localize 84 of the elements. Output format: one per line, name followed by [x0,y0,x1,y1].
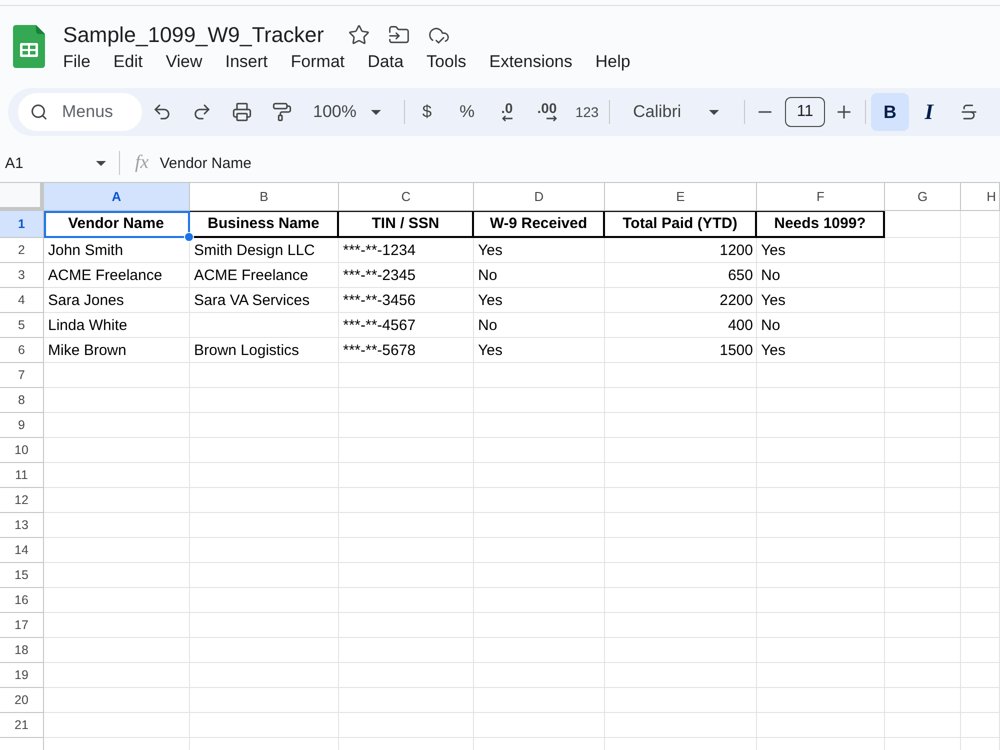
table-cell-text: 1200 [718,241,754,261]
column-header[interactable]: A [44,183,190,211]
header-cell: Business Name [190,211,339,238]
caret-icon [96,160,106,166]
caret-icon [709,110,720,114]
table-cell-text: Yes [477,241,504,261]
table-cell-text: 1500 [718,341,754,361]
column-header[interactable]: G [885,183,961,211]
column-header[interactable]: F [757,183,885,211]
search-icon [30,103,48,121]
italic-button[interactable]: I [924,101,934,123]
table-cell-text: Yes [760,291,786,311]
table-cell-text: ***-**-4567 [342,316,417,336]
table-cell-text: No [477,266,498,286]
number-format-button[interactable]: 123 [575,105,599,119]
table-cell-text: ***-**-3456 [342,291,417,311]
print-icon[interactable] [232,102,252,122]
menu-item[interactable]: Tools [426,52,466,72]
selected-cell[interactable]: Vendor Name [44,211,190,238]
menu-item[interactable]: Insert [225,52,268,72]
menu-item[interactable]: File [63,52,90,72]
increase-decimal-button[interactable]: .00 [537,102,557,122]
table-cell-text: John Smith [47,241,124,261]
currency-button[interactable]: $ [422,102,432,122]
table-cell-text: Smith Design LLC [193,241,316,261]
strikethrough-button[interactable] [959,102,979,122]
table-cell-text: ACME Freelance [47,266,164,286]
menu-item[interactable]: Edit [113,52,143,72]
arrow-right-icon [546,115,557,122]
function-label: fx [135,153,149,173]
header-cell: W-9 Received [474,211,605,238]
menu-item[interactable]: Format [290,52,345,72]
header-cell: Needs 1099? [757,211,885,238]
folder-arrow-icon[interactable] [388,24,410,46]
table-cell-text: ACME Freelance [193,266,310,286]
table-cell-text: No [760,266,782,286]
header-cell: Total Paid (YTD) [605,211,757,238]
percent-button[interactable]: % [459,102,475,122]
caret-icon [371,110,382,114]
formula-field[interactable]: Vendor Name [160,154,252,172]
column-header[interactable]: E [605,183,757,211]
spreadsheet-logo[interactable] [13,25,45,68]
table-cell-text: Brown Logistics [193,341,300,361]
column-header[interactable]: C [339,183,474,211]
menu-search-field[interactable]: Menus [18,93,142,131]
table-cell-text: Sara Jones [47,291,125,311]
table-cell-text: Yes [477,341,504,361]
row-header[interactable]: 1 [0,211,44,238]
table-cell-text: 2200 [718,291,754,311]
bold-button[interactable]: B [871,93,909,131]
table-cell-text: ***-**-1234 [342,241,417,261]
table-cell-text: Sara VA Services [193,291,311,311]
paint-roller-icon[interactable] [272,102,292,122]
strikethrough-icon [959,102,979,122]
menu-item[interactable]: Extensions [489,52,572,72]
font-dropdown[interactable]: Calibri [633,102,720,122]
table-cell-text: 400 [726,316,754,336]
menu-item[interactable]: View [166,52,202,72]
table-cell-text: Linda White [47,316,128,336]
table-cell-text: Yes [760,241,786,261]
header-cell: TIN / SSN [339,211,474,238]
name-box[interactable]: A1 [0,154,106,172]
redo-icon[interactable] [192,102,212,122]
table-cell-text: Mike Brown [47,341,128,361]
table-cell-text: Yes [760,341,786,361]
fill-handle[interactable] [184,232,194,242]
decrease-decimal-button[interactable]: .0 [501,102,513,122]
column-header[interactable]: D [474,183,605,211]
table-cell-text: ***-**-5678 [342,341,417,361]
menu-item[interactable]: Data [368,52,404,72]
column-header[interactable]: H [961,183,1000,211]
column-header[interactable]: B [190,183,339,211]
table-cell-text: Yes [477,291,504,311]
table-cell-text: ***-**-2345 [342,266,417,286]
arrow-left-icon [502,115,513,122]
undo-icon[interactable] [152,102,172,122]
menu-item[interactable]: Help [595,52,630,72]
document-title[interactable]: Sample_1099_W9_Tracker [63,22,324,48]
table-cell-text: No [760,316,782,336]
zoom-dropdown[interactable]: 100% [313,102,382,122]
font-size-field[interactable]: 11 [785,97,825,127]
table-cell-text: 650 [726,266,754,286]
table-cell-text: No [477,316,498,336]
star-icon[interactable] [348,24,370,46]
